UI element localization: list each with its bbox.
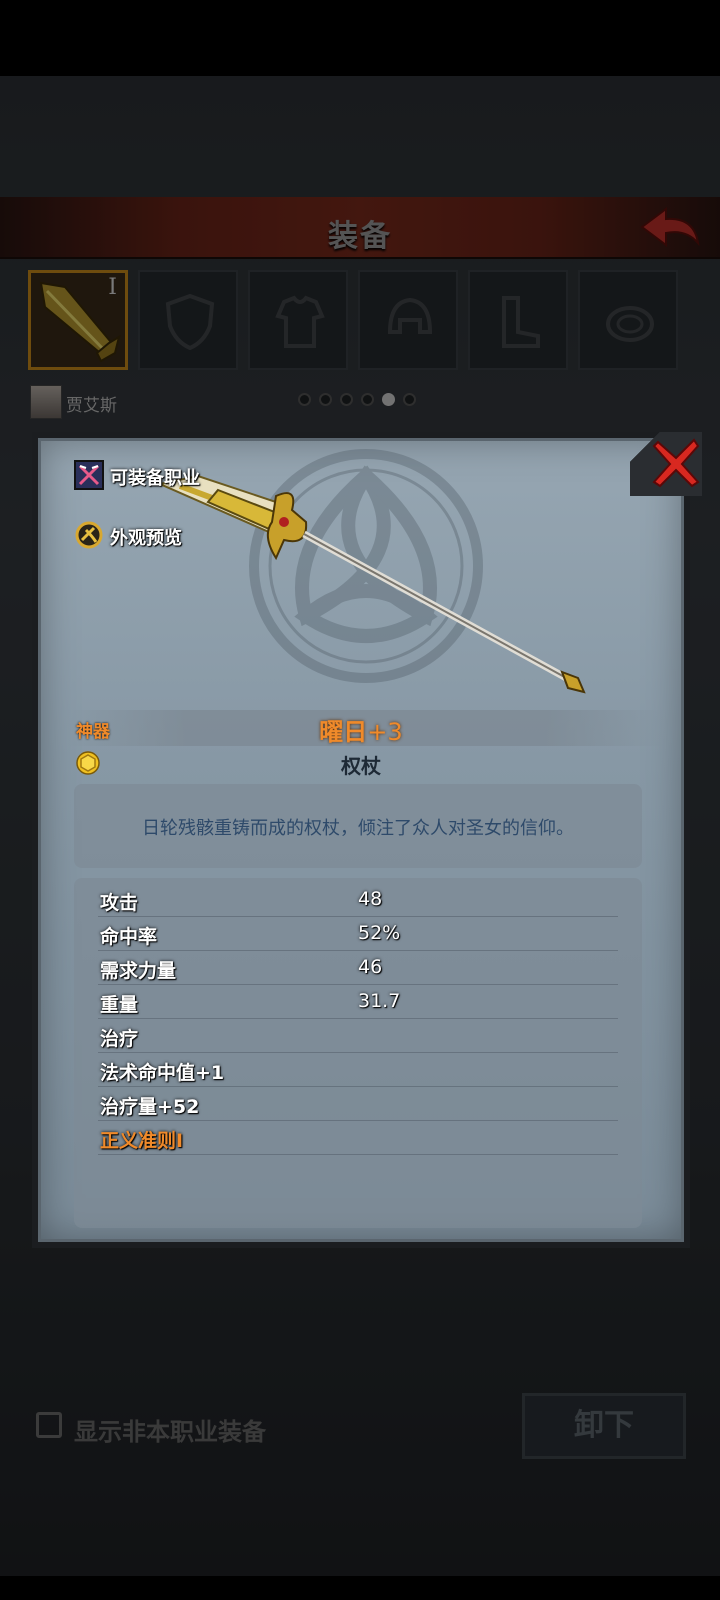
scepter-weapon-icon [158, 474, 586, 694]
stat-label: 攻击 [100, 892, 139, 914]
stat-row: 攻击 48 [98, 882, 618, 917]
stat-row: 需求力量 46 [98, 950, 618, 985]
item-name-text: 曜日 [319, 718, 368, 746]
close-icon [652, 438, 700, 488]
stat-row: 正义准则I [98, 1120, 618, 1155]
stat-label: 重量 [100, 994, 139, 1016]
close-button[interactable] [630, 432, 702, 496]
stat-value: 48 [358, 888, 383, 910]
item-detail-modal: 可装备职业 外观预览 神器 曜日+3 权杖 日轮残骸重铸而成的权杖，倾注了众人对… [32, 432, 702, 1248]
stats-panel: 攻击 48 命中率 52% 需求力量 46 重量 31.7 治疗 法术命中值+1… [74, 878, 642, 1228]
preview-icon [75, 521, 103, 549]
stat-label: 需求力量 [100, 960, 177, 982]
item-description: 日轮残骸重铸而成的权杖，倾注了众人对圣女的信仰。 [142, 818, 574, 839]
description-panel: 日轮残骸重铸而成的权杖，倾注了众人对圣女的信仰。 [74, 784, 642, 868]
crossed-weapons-icon [74, 460, 104, 490]
stat-label: 命中率 [100, 926, 158, 948]
stat-value: 46 [358, 956, 383, 978]
stat-label: 治疗量+52 [100, 1096, 200, 1118]
stat-value: 31.7 [358, 990, 401, 1012]
stat-row: 法术命中值+1 [98, 1052, 618, 1087]
stat-row: 治疗 [98, 1018, 618, 1053]
enhance-level: +3 [367, 718, 403, 746]
appearance-preview-label: 外观预览 [110, 528, 182, 549]
stat-row: 治疗量+52 [98, 1086, 618, 1121]
item-name: 曜日+3 [38, 712, 684, 747]
stat-row: 重量 31.7 [98, 984, 618, 1019]
equippable-class-label: 可装备职业 [110, 468, 200, 489]
stat-label: 治疗 [100, 1028, 139, 1050]
stat-label: 法术命中值+1 [100, 1062, 225, 1084]
stat-value: 52% [358, 922, 401, 944]
stat-row: 命中率 52% [98, 916, 618, 951]
item-type: 权杖 [341, 754, 381, 778]
stat-label: 正义准则I [100, 1130, 184, 1152]
